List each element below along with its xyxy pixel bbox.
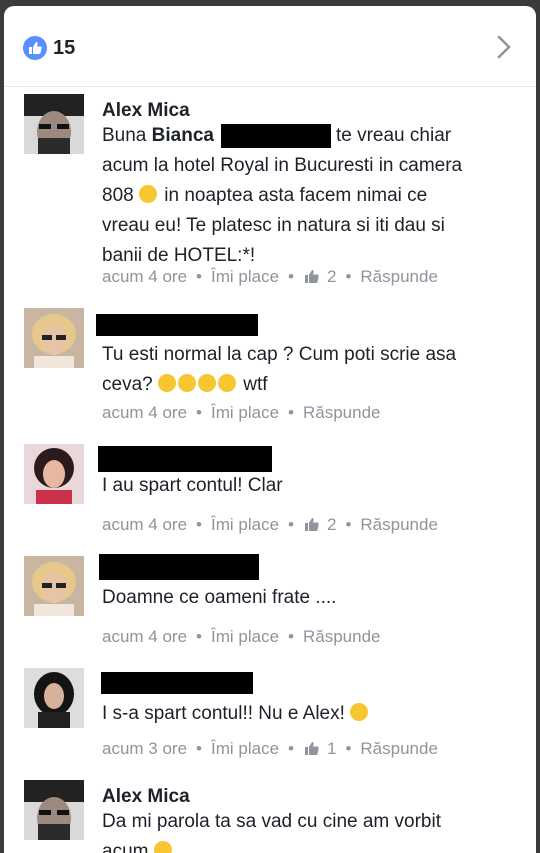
like-count-small: 2 (326, 267, 337, 286)
smile-emoji-icon (350, 703, 369, 721)
like-reaction-icon (23, 36, 47, 60)
comment-time: acum 3 ore (102, 739, 188, 758)
comment-text: Da mi parola ta sa vad cu cine am vorbit… (102, 807, 512, 853)
avatar[interactable] (24, 556, 84, 616)
comment-text: I s-a spart contul!! Nu e Alex! (102, 699, 512, 729)
like-link[interactable]: Îmi place (211, 515, 279, 535)
chevron-right-icon[interactable] (496, 34, 512, 60)
redacted-name (101, 672, 253, 694)
text-buna: Buna (102, 125, 152, 146)
avatar[interactable] (24, 94, 84, 154)
grin-emoji-icon (157, 374, 176, 392)
tagged-user[interactable]: Bianca (152, 125, 214, 146)
like-link[interactable]: Îmi place (211, 627, 279, 647)
comment-meta: acum 4 ore • Îmi place • Răspunde (102, 627, 381, 647)
avatar[interactable] (24, 780, 84, 840)
thumbs-up-icon (304, 742, 319, 755)
comment-author[interactable]: Alex Mica (102, 786, 190, 808)
reply-link[interactable]: Răspunde (303, 627, 381, 647)
avatar[interactable] (24, 308, 84, 368)
like-count-small: 2 (326, 515, 337, 534)
thumbs-up-icon (304, 270, 319, 283)
avatar[interactable] (24, 444, 84, 504)
reply-link[interactable]: Răspunde (360, 739, 438, 759)
avatar[interactable] (24, 668, 84, 728)
wink-emoji-icon (153, 841, 172, 853)
comment-time: acum 4 ore (102, 267, 188, 286)
comment-time: acum 4 ore (102, 515, 188, 534)
reply-link[interactable]: Răspunde (360, 267, 438, 287)
comment-meta: acum 4 ore • Îmi place • 2 • Răspunde (102, 515, 438, 535)
comment-meta: acum 3 ore • Îmi place • 1 • Răspunde (102, 739, 438, 759)
like-link[interactable]: Îmi place (211, 403, 279, 423)
smile-emoji-icon (197, 374, 216, 392)
reply-link[interactable]: Răspunde (360, 515, 438, 535)
comment-meta: acum 4 ore • Îmi place • Răspunde (102, 403, 381, 423)
redacted-name (98, 446, 272, 472)
comment-text: Tu esti normal la cap ? Cum poti scrie a… (102, 344, 457, 395)
redacted-name (96, 314, 258, 336)
like-count[interactable]: 15 (53, 37, 75, 60)
comments-sheet: 15 Alex Mica Buna Bianca te vreau chiar a… (4, 6, 536, 853)
comment-text: Buna Bianca te vreau chiar acum la hotel … (102, 125, 463, 266)
comment-meta: acum 4 ore • Îmi place • 2 • Răspunde (102, 267, 438, 287)
like-link[interactable]: Îmi place (211, 739, 279, 759)
comment-time: acum 4 ore (102, 403, 188, 422)
redacted-name (99, 554, 259, 580)
comment-text: Doamne ce oameni frate .... (102, 587, 337, 608)
like-link[interactable]: Îmi place (211, 267, 279, 287)
comment-time: acum 4 ore (102, 627, 188, 646)
comment-text: I au spart contul! Clar (102, 475, 283, 496)
reactions-header: 15 (4, 6, 536, 87)
laugh-emoji-icon (177, 374, 196, 392)
comment-author[interactable]: Alex Mica (102, 100, 190, 122)
thumbs-up-icon (304, 518, 319, 531)
laugh-emoji-icon (217, 374, 236, 392)
like-count-small: 1 (326, 739, 337, 758)
kiss-emoji-icon (138, 185, 157, 203)
reply-link[interactable]: Răspunde (303, 403, 381, 423)
